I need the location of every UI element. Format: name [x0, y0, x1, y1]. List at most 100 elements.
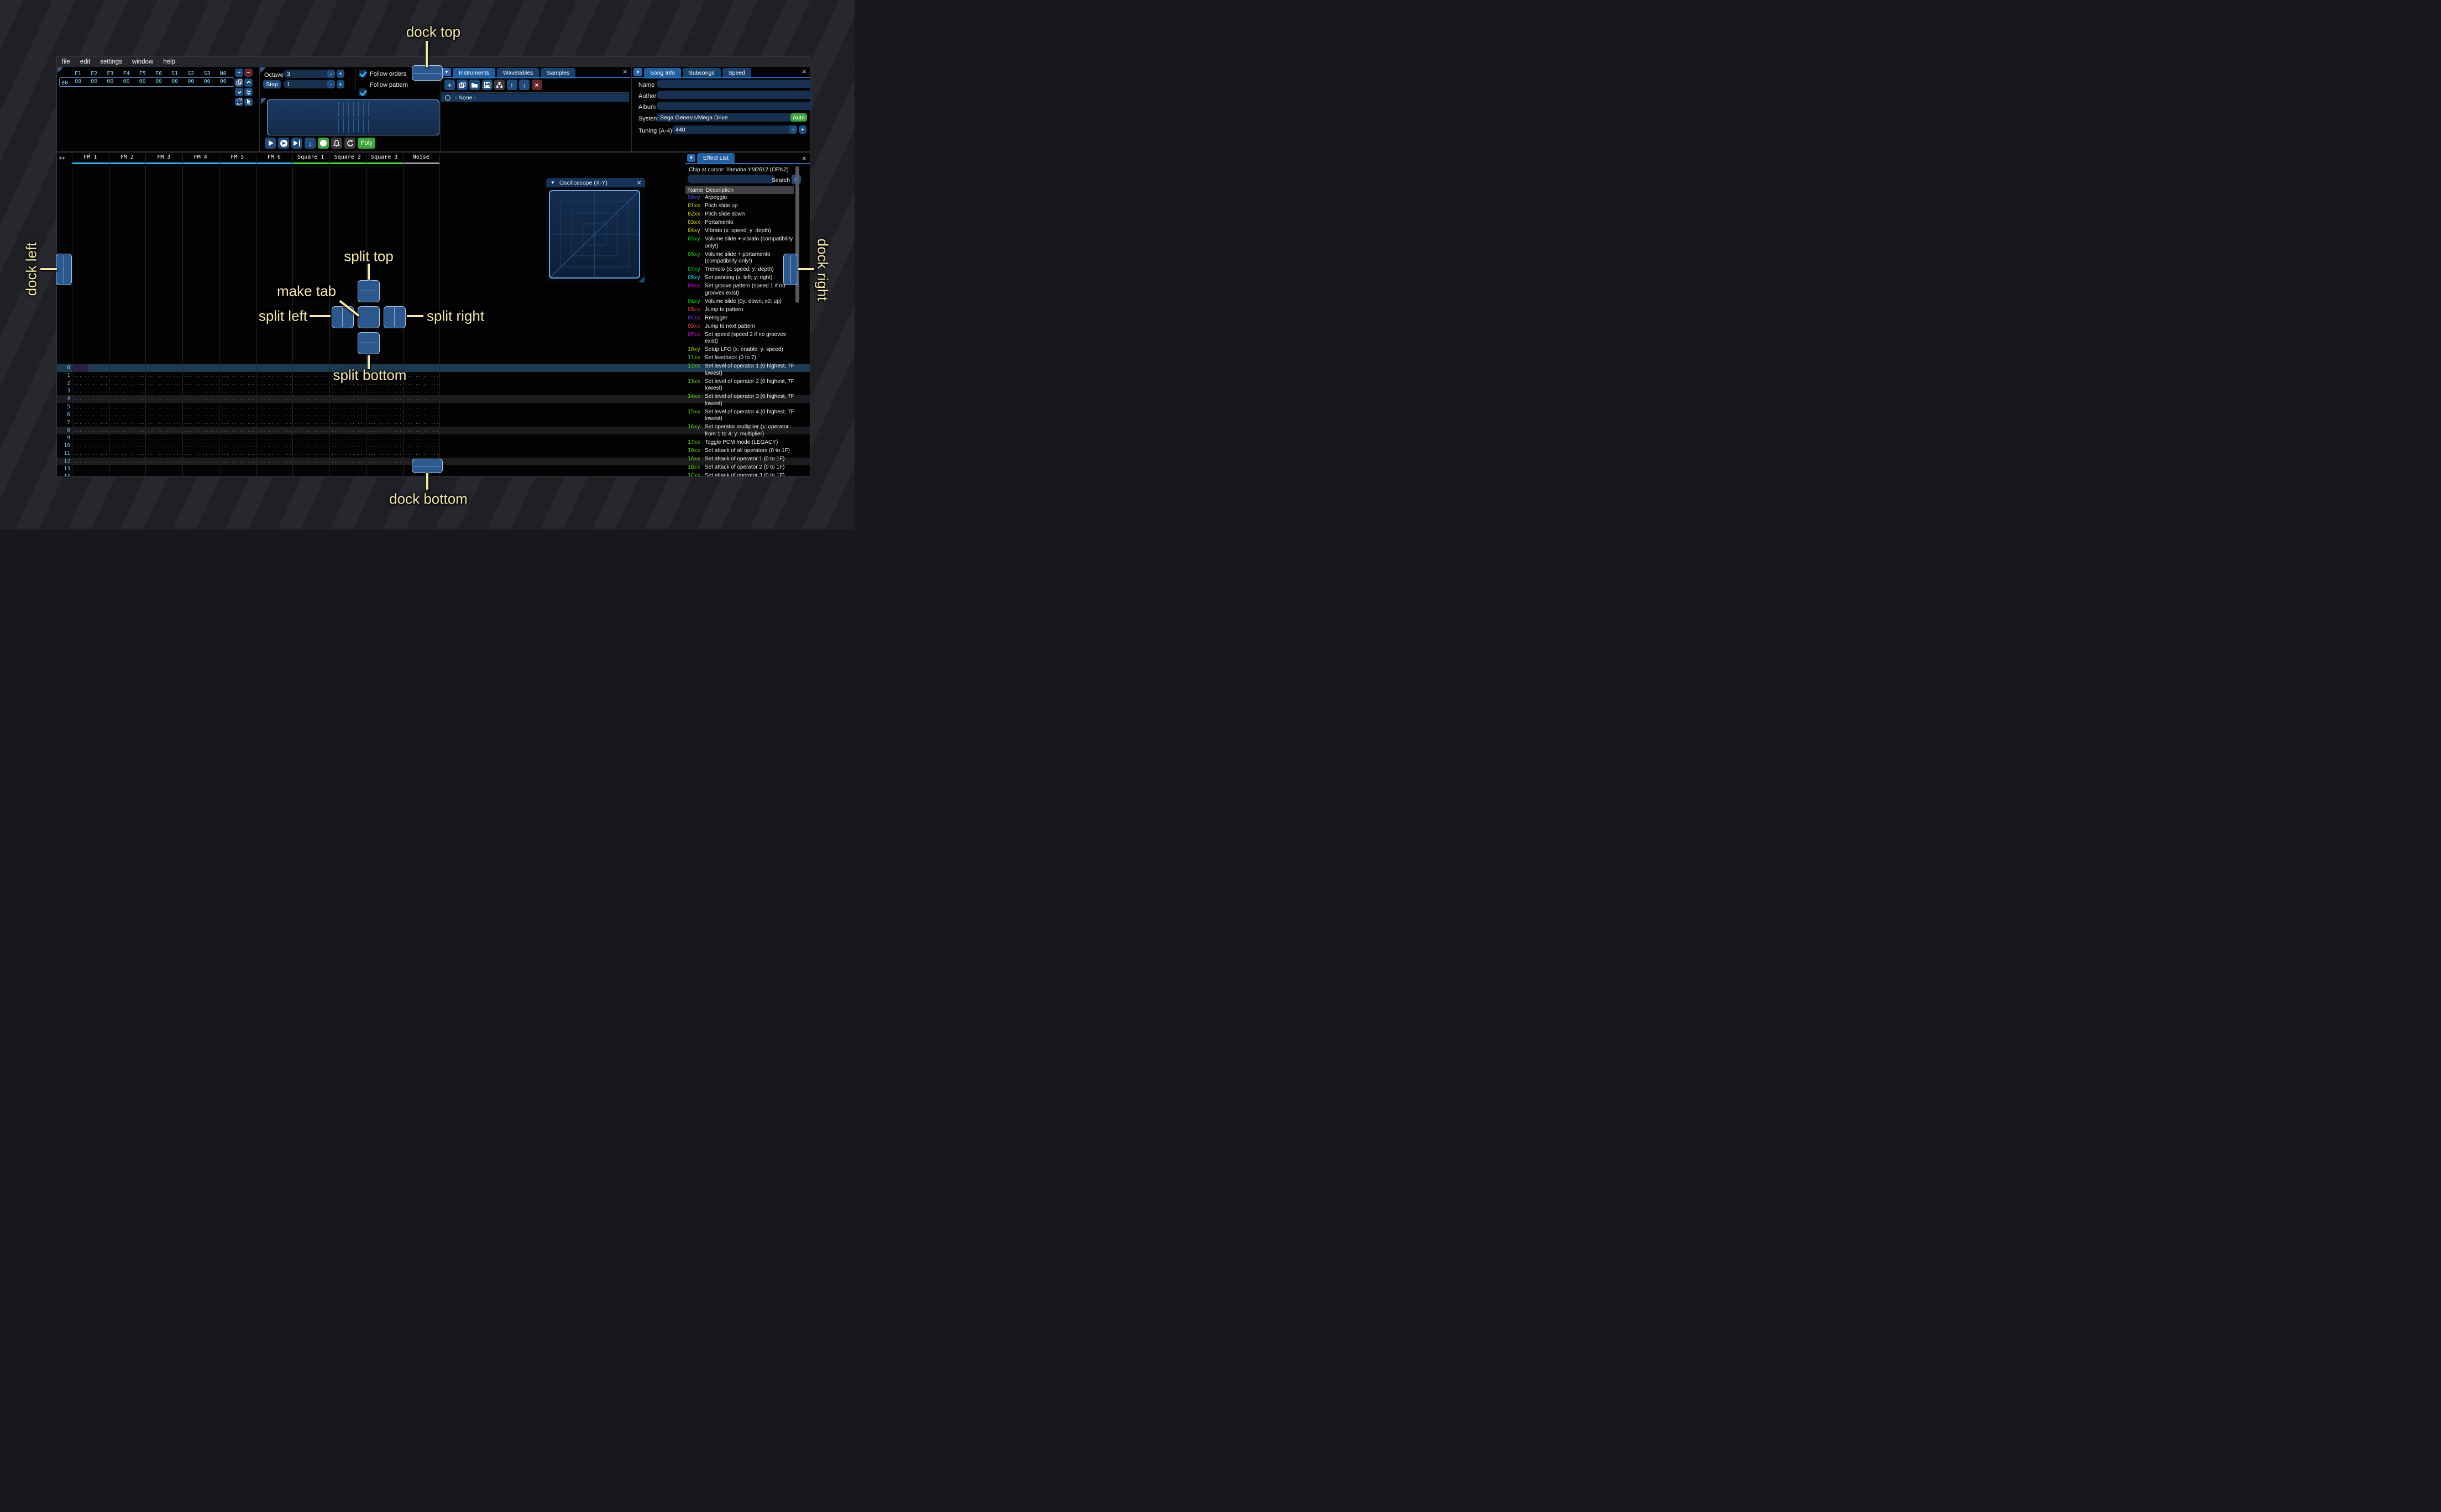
pattern-cell[interactable]: ... .. .. ....	[221, 450, 255, 458]
pattern-cell[interactable]: ... .. .. ....	[221, 458, 255, 466]
dock-target-left[interactable]	[56, 254, 72, 285]
instrument-folders-icon[interactable]	[494, 80, 505, 90]
oscilloscope-titlebar[interactable]: ▼ Oscilloscope (X-Y) ×	[546, 178, 645, 187]
play-once-icon[interactable]	[291, 138, 302, 149]
pattern-cell[interactable]: ... .. .. ....	[258, 380, 292, 388]
pattern-cell[interactable]: ... .. .. ....	[148, 450, 181, 458]
pattern-cell[interactable]: ... .. .. ....	[111, 442, 145, 450]
pattern-cell[interactable]: ... .. .. ....	[185, 465, 218, 474]
close-icon[interactable]: ×	[802, 155, 806, 162]
pattern-cell[interactable]: ... .. .. ....	[295, 380, 328, 388]
channel-header-square-3[interactable]: Square 3	[366, 154, 403, 162]
open-instrument-icon[interactable]	[469, 80, 480, 90]
pattern-cell[interactable]: ... .. .. ....	[148, 465, 181, 474]
pattern-cell[interactable]: ... .. .. ....	[221, 380, 255, 388]
pattern-cell[interactable]: ... .. .. ....	[295, 387, 328, 396]
pattern-cell[interactable]: ... .. .. ....	[332, 458, 365, 466]
pattern-cell[interactable]: ... .. .. ....	[368, 465, 402, 474]
octave-minus-button[interactable]: -	[327, 70, 335, 78]
pattern-cell[interactable]: ... .. .. ....	[111, 395, 145, 403]
channel-header-fm-6[interactable]: FM 6	[256, 154, 293, 162]
channel-header-fm-4[interactable]: FM 4	[182, 154, 219, 162]
dock-target-right[interactable]	[783, 254, 798, 285]
pattern-cell[interactable]: ... .. .. ....	[368, 458, 402, 466]
pattern-cell[interactable]: ... .. .. ....	[148, 364, 181, 372]
pattern-cell[interactable]: ... .. .. ....	[258, 387, 292, 396]
pattern-cell[interactable]: ... .. .. ....	[111, 434, 145, 443]
orders-cell[interactable]: 00	[134, 78, 151, 85]
pattern-cell[interactable]: ... .. .. ....	[185, 380, 218, 388]
step-minus-button[interactable]: -	[327, 80, 335, 88]
pattern-cell[interactable]: ... .. .. ....	[111, 427, 145, 435]
pattern-cell[interactable]: ... .. .. ....	[74, 387, 108, 396]
channel-header-fm-3[interactable]: FM 3	[145, 154, 182, 162]
pattern-cell[interactable]: ... .. .. ....	[295, 458, 328, 466]
close-icon[interactable]: ×	[637, 179, 641, 186]
oscilloscope-window[interactable]: ▼ Oscilloscope (X-Y) ×	[546, 178, 645, 283]
pattern-cell[interactable]: ... .. .. ....	[74, 380, 108, 388]
pattern-cell[interactable]: ... .. .. ....	[185, 458, 218, 466]
dock-target-top[interactable]	[412, 65, 443, 81]
pattern-cell[interactable]: ... .. .. ....	[405, 473, 439, 476]
pattern-cell[interactable]: ... .. .. ....	[405, 387, 439, 396]
tuning-plus-button[interactable]: +	[799, 125, 806, 134]
orders-cell[interactable]: 00	[150, 78, 167, 85]
play-icon[interactable]	[265, 138, 276, 149]
pattern-cell[interactable]: ... .. .. ....	[258, 473, 292, 476]
pattern-cell[interactable]: ... .. .. ....	[148, 403, 181, 412]
menu-item-window[interactable]: window	[127, 59, 158, 65]
author-input[interactable]	[657, 91, 813, 99]
pattern-cell[interactable]: ... .. .. ....	[295, 403, 328, 412]
pattern-cell[interactable]: ... .. .. ....	[74, 364, 108, 372]
instrument-list-item[interactable]: - None -	[441, 93, 629, 102]
channel-header-square-1[interactable]: Square 1	[292, 154, 329, 162]
pattern-cell[interactable]: ... .. .. ....	[368, 419, 402, 427]
pattern-cell[interactable]: ... .. .. ....	[148, 442, 181, 450]
pattern-cell[interactable]: ... .. .. ....	[74, 450, 108, 458]
collapse-arrow-icon[interactable]: ▼	[442, 68, 451, 76]
duplicate-order-end-icon[interactable]	[244, 88, 253, 96]
piano-preview[interactable]	[267, 99, 439, 135]
split-target-right[interactable]	[384, 306, 406, 328]
pattern-cell[interactable]: ... .. .. ....	[258, 458, 292, 466]
pattern-cell[interactable]: ... .. .. ....	[74, 411, 108, 419]
octave-input[interactable]: 3	[284, 70, 330, 78]
pattern-cell[interactable]: ... .. .. ....	[74, 403, 108, 412]
pattern-cell[interactable]: ... .. .. ....	[74, 395, 108, 403]
pattern-cell[interactable]: ... .. .. ....	[405, 427, 439, 435]
pattern-cell[interactable]: ... .. .. ....	[185, 364, 218, 372]
pattern-cell[interactable]: ... .. .. ....	[185, 372, 218, 380]
poly-button[interactable]: Poly	[358, 138, 375, 149]
collapse-arrow-icon[interactable]: ▼	[633, 68, 642, 76]
pattern-cell[interactable]: ... .. .. ....	[185, 419, 218, 427]
change-all-orders-icon[interactable]	[235, 97, 243, 106]
pattern-cell[interactable]: ... .. .. ....	[148, 411, 181, 419]
move-instrument-down-icon[interactable]: ↓	[519, 80, 530, 90]
pattern-cell[interactable]: ... .. .. ....	[111, 450, 145, 458]
pattern-cell[interactable]: ... .. .. ....	[111, 403, 145, 412]
pattern-cell[interactable]: ... .. .. ....	[368, 442, 402, 450]
close-icon[interactable]: ×	[802, 68, 806, 75]
follow-orders-checkbox[interactable]	[359, 69, 367, 78]
add-channel-button[interactable]: ++	[59, 155, 65, 161]
pattern-cell[interactable]: ... .. .. ....	[258, 411, 292, 419]
channel-header-square-2[interactable]: Square 2	[329, 154, 366, 162]
effect-row-09xx[interactable]: 09xx Set groove pattern (speed 1 if no gr…	[688, 283, 795, 297]
octave-plus-button[interactable]: +	[337, 70, 344, 78]
effect-row-04xy[interactable]: 04xy Vibrato (x: speed; y: depth)	[688, 228, 795, 235]
pattern-cell[interactable]: ... .. .. ....	[405, 395, 439, 403]
pattern-cell[interactable]: ... .. .. ....	[368, 427, 402, 435]
resize-grip[interactable]	[638, 276, 645, 282]
close-icon[interactable]: ×	[623, 68, 627, 75]
effect-row-0Bxx[interactable]: 0Bxx Jump to pattern	[688, 307, 795, 314]
menu-item-help[interactable]: help	[158, 59, 180, 65]
pattern-cell[interactable]: ... .. .. ....	[258, 465, 292, 474]
pattern-cell[interactable]: ... .. .. ....	[405, 419, 439, 427]
orders-cell[interactable]: 00	[70, 78, 86, 85]
pattern-cell[interactable]: ... .. .. ....	[405, 434, 439, 443]
pattern-cell[interactable]: ... .. .. ....	[74, 372, 108, 380]
pattern-cell[interactable]: ... .. .. ....	[368, 450, 402, 458]
pattern-cell[interactable]: ... .. .. ....	[221, 387, 255, 396]
effect-row-06xy[interactable]: 06xy Volume slide + portamento (compatibi…	[688, 251, 795, 265]
effect-row-1Axx[interactable]: 1Axx Set attack of operator 1 (0 to 1F)	[688, 456, 795, 463]
